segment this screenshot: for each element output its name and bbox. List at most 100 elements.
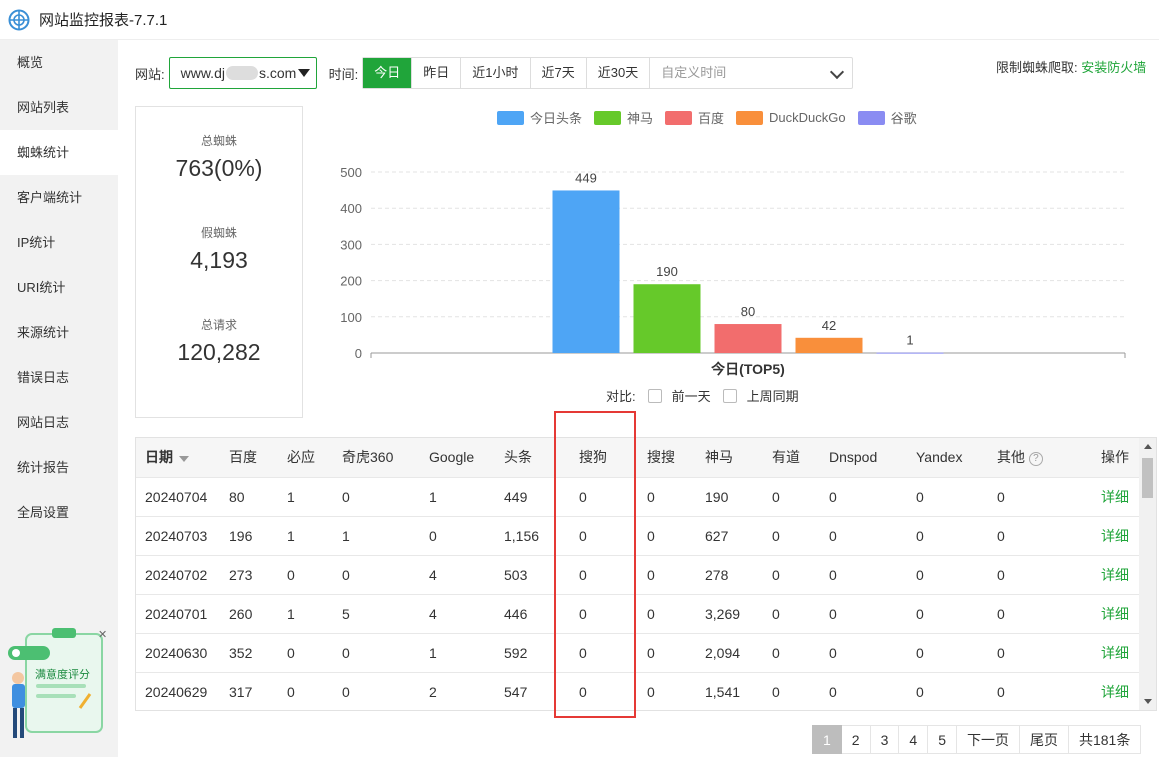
table-cell: 446 <box>495 593 570 633</box>
table-row: 20240702 273 0 0 4 503 0 0 278 0 0 0 0 详细 <box>136 554 1141 594</box>
time-btn-last-hour[interactable]: 近1小时 <box>461 58 531 88</box>
bar-value-label: 42 <box>822 318 836 333</box>
scroll-thumb[interactable] <box>1142 458 1153 498</box>
table-scrollbar[interactable] <box>1139 438 1156 710</box>
site-value-redacted <box>225 66 258 80</box>
table-cell: 20240701 <box>136 593 220 633</box>
compare-options: 对比: 前一天 上周同期 <box>606 386 799 405</box>
page-5[interactable]: 5 <box>928 725 957 754</box>
table-row: 20240629 317 0 0 2 547 0 0 1,541 0 0 0 0 详细 <box>136 671 1141 710</box>
table-header-row: 日期 百度 必应 奇虎360 Google 头条 搜狗 搜搜 神马 有道 Dns… <box>136 438 1141 477</box>
table-cell: 196 <box>220 515 278 555</box>
page-1[interactable]: 1 <box>812 725 842 754</box>
bar-value-label: 449 <box>575 170 597 185</box>
caret-down-icon <box>297 69 310 77</box>
sidebar-item-client-stats[interactable]: 客户端统计 <box>0 175 118 220</box>
sidebar-item-site-list[interactable]: 网站列表 <box>0 85 118 130</box>
bar-4 <box>795 337 863 353</box>
col-yandex: Yandex <box>916 449 963 466</box>
time-btn-today[interactable]: 今日 <box>363 58 413 88</box>
site-select[interactable]: www.dj s.com <box>168 57 317 89</box>
table-cell: 0 <box>570 515 638 555</box>
table-cell: 20240702 <box>136 554 220 594</box>
scroll-down-icon[interactable] <box>1144 699 1152 704</box>
chart-plot: 0 100 200 300 400 500 449 190 80 42 1 今日(TOP5) <box>340 165 1126 377</box>
col-date[interactable]: 日期 <box>136 438 220 477</box>
custom-time-placeholder: 自定义时间 <box>661 65 727 80</box>
table-cell: 0 <box>638 554 696 594</box>
table-cell: 0 <box>570 554 638 594</box>
detail-link[interactable]: 详细 <box>1092 632 1141 672</box>
detail-link[interactable]: 详细 <box>1092 593 1141 633</box>
sidebar-item-referer-stats[interactable]: 来源统计 <box>0 310 118 355</box>
install-firewall-link[interactable]: 安装防火墙 <box>1081 60 1146 75</box>
sidebar-item-uri-stats[interactable]: URI统计 <box>0 265 118 310</box>
survey-close-icon[interactable]: ✕ <box>98 628 107 641</box>
table-cell: 2,094 <box>696 632 763 672</box>
table-cell: 0 <box>820 554 907 594</box>
table-cell: 0 <box>763 593 820 633</box>
page-4[interactable]: 4 <box>899 725 929 754</box>
chevron-down-icon <box>830 64 845 80</box>
table-cell: 0 <box>278 671 333 710</box>
prev-day-checkbox[interactable] <box>647 388 662 403</box>
sidebar-item-error-log[interactable]: 错误日志 <box>0 355 118 400</box>
table-cell: 0 <box>570 632 638 672</box>
sidebar-item-report[interactable]: 统计报告 <box>0 445 118 490</box>
table-cell: 0 <box>278 554 333 594</box>
table-cell: 0 <box>333 476 420 516</box>
sidebar-item-overview[interactable]: 概览 <box>0 40 118 85</box>
table-cell: 1 <box>420 476 495 516</box>
detail-link[interactable]: 详细 <box>1092 476 1141 516</box>
table-cell: 0 <box>820 593 907 633</box>
col-dnspod: Dnspod <box>829 449 878 466</box>
sort-down-icon[interactable] <box>179 455 189 462</box>
col-qihoo360: 奇虎360 <box>342 449 394 466</box>
custom-time-picker[interactable]: 自定义时间 <box>650 58 852 88</box>
site-value-suffix: s.com <box>258 65 297 81</box>
table-cell: 1,156 <box>495 515 570 555</box>
table-cell: 0 <box>763 632 820 672</box>
table-row: 20240630 352 0 0 1 592 0 0 2,094 0 0 0 0 详细 <box>136 632 1141 672</box>
bar-value-label: 190 <box>656 264 678 279</box>
sidebar-item-spider-stats[interactable]: 蜘蛛统计 <box>0 130 118 175</box>
sidebar-item-site-log[interactable]: 网站日志 <box>0 400 118 445</box>
table-cell: 0 <box>820 671 907 710</box>
sidebar-item-ip-stats[interactable]: IP统计 <box>0 220 118 265</box>
table-cell: 0 <box>570 476 638 516</box>
time-range-group: 今日 昨日 近1小时 近7天 近30天 自定义时间 <box>362 57 854 89</box>
total-count: 共181条 <box>1068 725 1142 754</box>
time-btn-30-days[interactable]: 近30天 <box>586 58 651 88</box>
table-cell: 0 <box>763 554 820 594</box>
time-btn-yesterday[interactable]: 昨日 <box>412 58 462 88</box>
table-cell: 0 <box>333 671 420 710</box>
last-week-checkbox[interactable] <box>722 388 737 403</box>
page-2[interactable]: 2 <box>841 725 871 754</box>
help-icon[interactable]: ? <box>1028 451 1043 466</box>
title-bar: 网站监控报表-7.7.1 <box>0 0 1159 40</box>
scroll-up-icon[interactable] <box>1144 444 1152 449</box>
table-cell: 503 <box>495 554 570 594</box>
sidebar-item-global-settings[interactable]: 全局设置 <box>0 490 118 535</box>
detail-link[interactable]: 详细 <box>1092 671 1141 710</box>
table-cell: 0 <box>988 632 1092 672</box>
total-requests-label: 总请求 <box>200 318 237 332</box>
col-other: 其他 ? <box>988 438 1092 477</box>
page-3[interactable]: 3 <box>870 725 900 754</box>
survey-label: 满意度评分 <box>35 669 90 681</box>
table-cell: 0 <box>907 476 988 516</box>
bar-3 <box>714 324 782 353</box>
time-btn-7-days[interactable]: 近7天 <box>530 58 587 88</box>
table-cell: 1 <box>278 476 333 516</box>
detail-link[interactable]: 详细 <box>1092 515 1141 555</box>
x-axis-label: 今日(TOP5) <box>710 361 785 377</box>
table-cell: 317 <box>220 671 278 710</box>
table-row: 20240703 196 1 1 0 1,156 0 0 627 0 0 0 0 详细 <box>136 515 1141 555</box>
detail-link[interactable]: 详细 <box>1092 554 1141 594</box>
next-page-button[interactable]: 下一页 <box>956 725 1020 754</box>
y-tick-label: 400 <box>340 201 362 216</box>
satisfaction-survey-widget[interactable]: ✕ 满意度评分 <box>4 626 110 744</box>
col-baidu: 百度 <box>229 449 257 466</box>
table-cell: 0 <box>638 593 696 633</box>
last-page-button[interactable]: 尾页 <box>1019 725 1069 754</box>
